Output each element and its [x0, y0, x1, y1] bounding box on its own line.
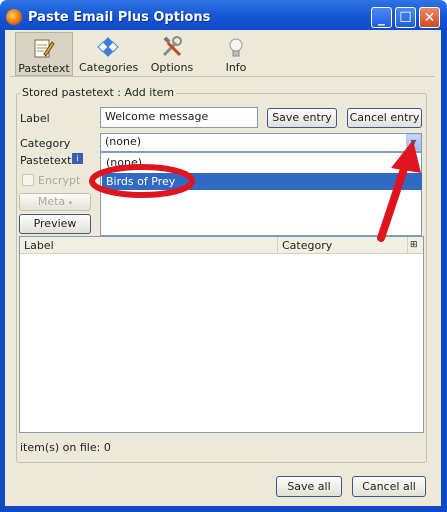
info-icon[interactable]: i [72, 153, 83, 164]
save-entry-button[interactable]: Save entry [267, 108, 337, 128]
chevron-down-icon: ▼ [410, 138, 417, 147]
preview-button[interactable]: Preview [19, 214, 91, 234]
label-input[interactable]: Welcome message [100, 107, 258, 128]
tab-info-label: Info [225, 61, 247, 74]
cancel-all-button[interactable]: Cancel all [352, 476, 426, 497]
window-title: Paste Email Plus Options [28, 10, 211, 25]
category-dropdown-list: (none) Birds of Prey [100, 152, 422, 236]
tools-icon [162, 36, 182, 57]
column-header-category[interactable]: Category [278, 237, 408, 254]
items-count-status: item(s) on file: 0 [20, 441, 111, 454]
pastetext-caption: Pastetext [20, 154, 72, 167]
encrypt-checkbox[interactable] [22, 174, 34, 186]
tab-info[interactable]: Info [207, 32, 265, 76]
group-title: Stored pastetext : Add item [20, 86, 177, 99]
close-icon: ✕ [423, 10, 436, 26]
dropdown-option-none[interactable]: (none) [102, 154, 422, 171]
meta-button[interactable]: Meta ▾ [19, 193, 91, 211]
category-caption: Category [20, 137, 71, 150]
dropdown-option-birds-of-prey[interactable]: Birds of Prey [102, 173, 422, 190]
category-select[interactable]: (none) [100, 133, 422, 152]
minimize-button[interactable]: _ [371, 7, 392, 28]
items-table[interactable]: Label Category ⊞ [19, 236, 424, 433]
cancel-entry-button[interactable]: Cancel entry [347, 108, 422, 128]
meta-button-label: Meta [37, 195, 66, 208]
close-button[interactable]: ✕ [419, 7, 440, 28]
tab-options-label: Options [150, 61, 194, 74]
encrypt-label: Encrypt [38, 174, 81, 187]
toolbar: Pastetext Categories Options Info [10, 32, 440, 76]
tab-pastetext[interactable]: Pastetext [15, 32, 73, 76]
column-picker-icon[interactable]: ⊞ [408, 237, 423, 254]
tab-categories[interactable]: Categories [79, 32, 139, 76]
dropdown-arrow-button[interactable]: ▼ [406, 134, 421, 151]
save-all-button[interactable]: Save all [276, 476, 342, 497]
tab-options[interactable]: Options [143, 32, 201, 76]
tab-pastetext-label: Pastetext [18, 62, 70, 75]
category-select-value: (none) [105, 135, 142, 148]
column-header-label[interactable]: Label [20, 237, 278, 254]
firefox-icon [6, 9, 22, 25]
label-caption: Label [20, 112, 50, 125]
tab-categories-label: Categories [79, 61, 139, 74]
minimize-icon: _ [378, 10, 385, 26]
notepad-pencil-icon [34, 39, 55, 58]
toolbar-separator [10, 76, 435, 77]
maximize-icon: ☐ [399, 10, 412, 26]
categories-icon [97, 37, 119, 57]
lightbulb-icon [229, 38, 243, 57]
maximize-button[interactable]: ☐ [395, 7, 416, 28]
dropdown-small-icon: ▾ [68, 199, 73, 207]
